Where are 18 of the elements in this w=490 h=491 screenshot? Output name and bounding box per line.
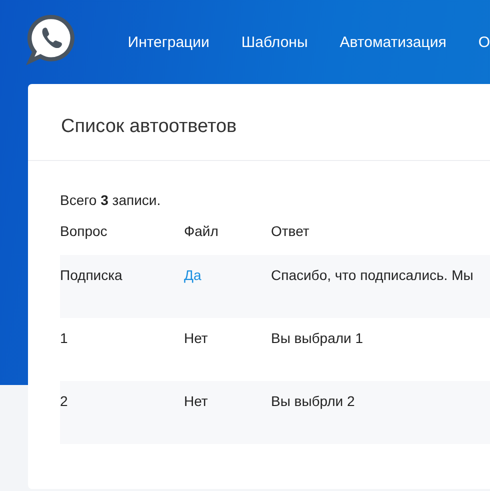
- table-cell: Вы выбрали 1: [271, 330, 364, 346]
- nav-link[interactable]: Шаблоны: [241, 34, 308, 50]
- column-header: Файл: [184, 223, 220, 239]
- table-cell: Вы выбрли 2: [271, 393, 355, 409]
- table-cell-text: 2: [60, 393, 69, 409]
- records-summary: Всего 3 записи.: [60, 192, 162, 210]
- column-header: Вопрос: [60, 223, 108, 239]
- nav-link[interactable]: Интеграции: [128, 34, 210, 50]
- card-title: Список автоответов: [28, 84, 490, 161]
- file-link[interactable]: Да: [184, 267, 202, 283]
- table-cell: Спасибо, что подписались. Мы: [271, 267, 474, 283]
- nav-link[interactable]: О: [478, 34, 490, 50]
- column-header: Ответ: [271, 223, 310, 239]
- table-cell-text: Подписка: [60, 267, 124, 283]
- nav-link[interactable]: Автоматизация: [340, 34, 446, 50]
- table-cell-text: Нет: [184, 330, 209, 346]
- table-cell-text: Нет: [184, 393, 209, 409]
- table-cell-text: 1: [60, 330, 69, 346]
